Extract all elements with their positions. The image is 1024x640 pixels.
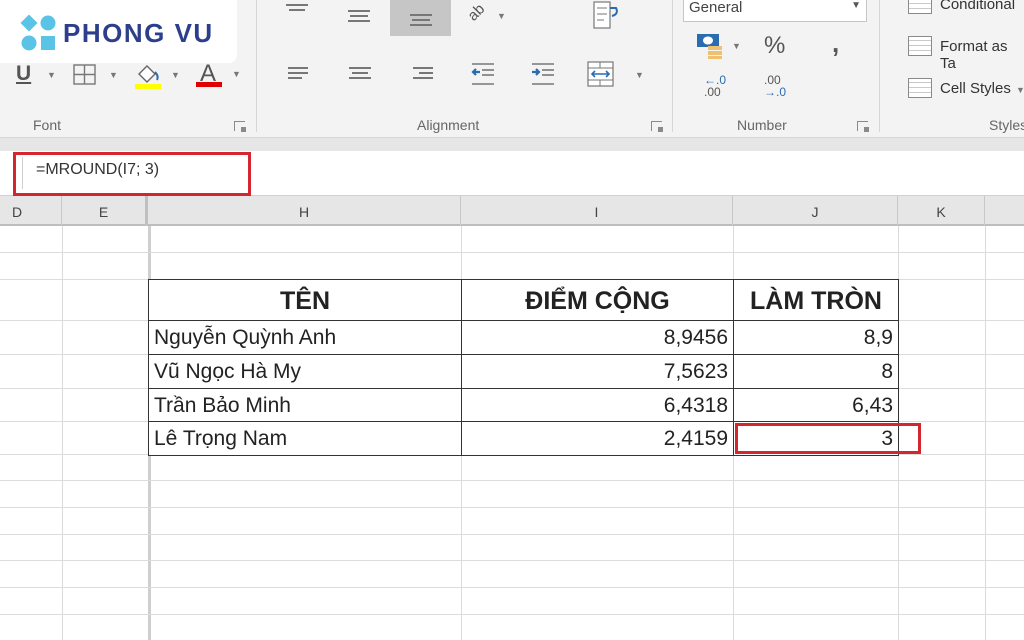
chevron-down-icon: ▼ <box>635 70 644 80</box>
logo-text: PHONG VU <box>63 18 214 48</box>
number-format-dropdown[interactable]: General ▼ <box>683 0 867 22</box>
header-lam-tron[interactable]: LÀM TRÒN <box>733 279 899 321</box>
logo: PHONG VU <box>0 0 237 63</box>
chevron-down-icon: ▼ <box>1016 85 1024 95</box>
underline-icon: U <box>16 62 32 85</box>
font-color-swatch <box>196 82 222 87</box>
score-cell[interactable]: 6,4318 <box>461 388 734 422</box>
format-as-table-button[interactable]: Format as Ta <box>908 36 1024 72</box>
column-header-h[interactable]: H <box>148 196 461 226</box>
alignment-group-label: Alignment <box>417 117 480 133</box>
accounting-format-button[interactable]: ▼ <box>696 32 744 62</box>
grid-row-line <box>0 587 1024 588</box>
percent-style-button[interactable]: % <box>764 32 785 60</box>
font-color-button[interactable]: A ▼ <box>196 60 244 90</box>
grid-row-line <box>0 507 1024 508</box>
cell-styles-icon <box>908 78 932 98</box>
format-as-table-icon <box>908 36 932 56</box>
name-cell[interactable]: Trần Bảo Minh <box>148 388 462 422</box>
header-diem-cong[interactable]: ĐIỂM CỘNG <box>461 279 734 321</box>
group-separator <box>879 0 880 132</box>
accounting-format-icon <box>697 34 722 59</box>
column-header-k[interactable]: K <box>898 196 985 226</box>
number-group-label: Number <box>737 117 787 133</box>
grid-row-line <box>0 534 1024 535</box>
underline-button[interactable]: U ▼ <box>14 62 56 88</box>
grid-row-line <box>0 560 1024 561</box>
borders-icon <box>73 64 96 85</box>
alignment-dialog-launcher-icon[interactable] <box>651 121 663 132</box>
excel-window: U ▼ ▼ ▼ A ▼ Font PHONG VU ab ▼ ▼ Alignme… <box>0 0 1024 640</box>
cell-styles-label: Cell Styles <box>940 80 1011 97</box>
phong-vu-logo-mark-icon <box>20 14 56 51</box>
fill-color-button[interactable]: ▼ <box>133 62 181 90</box>
format-as-table-label: Format as Ta <box>940 38 1008 72</box>
name-cell[interactable]: Vũ Ngọc Hà My <box>148 354 462 389</box>
comma-style-button[interactable]: , <box>832 28 839 59</box>
active-cell-highlight <box>735 423 921 454</box>
wrap-text-icon[interactable] <box>592 0 620 30</box>
font-group-label: Font <box>33 117 62 133</box>
align-right-button[interactable] <box>411 67 433 81</box>
ribbon-bottom-edge <box>0 137 1024 151</box>
name-cell[interactable]: Nguyễn Quỳnh Anh <box>148 320 462 355</box>
decrease-decimal-button[interactable]: .00 →.0 <box>764 74 790 104</box>
top-align-button[interactable] <box>286 4 308 18</box>
score-cell[interactable]: 7,5623 <box>461 354 734 389</box>
cell-styles-button[interactable]: Cell Styles ▼ <box>908 78 1024 102</box>
score-cell[interactable]: 8,9456 <box>461 320 734 355</box>
orientation-button[interactable]: ab ▼ <box>464 0 508 32</box>
group-separator <box>672 0 673 132</box>
chevron-down-icon: ▼ <box>109 70 118 80</box>
conditional-formatting-button[interactable]: Conditional <box>908 0 1024 18</box>
column-header-j[interactable]: J <box>733 196 898 226</box>
rounded-cell[interactable]: 6,43 <box>733 388 899 422</box>
decrease-indent-icon[interactable] <box>470 62 496 86</box>
grid-row-line <box>0 480 1024 481</box>
chevron-down-icon: ▼ <box>497 11 506 21</box>
chevron-down-icon: ▼ <box>47 70 56 80</box>
number-dialog-launcher-icon[interactable] <box>857 121 869 132</box>
column-header-d[interactable]: D <box>0 196 62 226</box>
font-dialog-launcher-icon[interactable] <box>234 121 246 132</box>
score-cell[interactable]: 2,4159 <box>461 421 734 456</box>
grid-row-line <box>0 614 1024 615</box>
orientation-icon: ab <box>464 0 489 25</box>
group-separator <box>256 0 257 132</box>
styles-group-label: Styles <box>989 117 1024 133</box>
merge-center-icon <box>587 61 614 87</box>
column-header-i[interactable]: I <box>461 196 733 226</box>
increase-indent-icon[interactable] <box>530 62 556 86</box>
chevron-down-icon: ▼ <box>171 70 180 80</box>
rounded-cell[interactable]: 8 <box>733 354 899 389</box>
increase-decimal-button[interactable]: ←.0 .00 <box>704 74 730 104</box>
decrease-decimal-bottom: →.0 <box>764 85 787 99</box>
name-cell[interactable]: Lê Trọng Nam <box>148 421 462 456</box>
fill-color-icon <box>135 65 161 89</box>
conditional-formatting-icon <box>908 0 932 14</box>
column-header-e[interactable]: E <box>62 196 148 226</box>
grid-column-line <box>985 226 986 640</box>
grid-row-line <box>0 252 1024 253</box>
middle-align-button[interactable] <box>348 10 370 24</box>
chevron-down-icon: ▼ <box>732 41 741 51</box>
rounded-cell[interactable]: 8,9 <box>733 320 899 355</box>
formula-highlight-box <box>13 152 251 196</box>
grid-column-line <box>62 226 63 640</box>
chevron-down-icon: ▼ <box>851 0 861 11</box>
borders-button[interactable]: ▼ <box>73 62 119 88</box>
align-center-button[interactable] <box>349 67 371 81</box>
increase-decimal-bottom: .00 <box>704 85 721 99</box>
chevron-down-icon: ▼ <box>232 69 241 79</box>
number-format-value: General <box>689 0 743 16</box>
merge-center-button[interactable]: ▼ <box>587 61 647 89</box>
bottom-align-button[interactable] <box>410 14 432 28</box>
conditional-formatting-label: Conditional <box>940 0 1016 13</box>
align-left-button[interactable] <box>288 67 310 81</box>
header-ten[interactable]: TÊN <box>148 279 462 321</box>
